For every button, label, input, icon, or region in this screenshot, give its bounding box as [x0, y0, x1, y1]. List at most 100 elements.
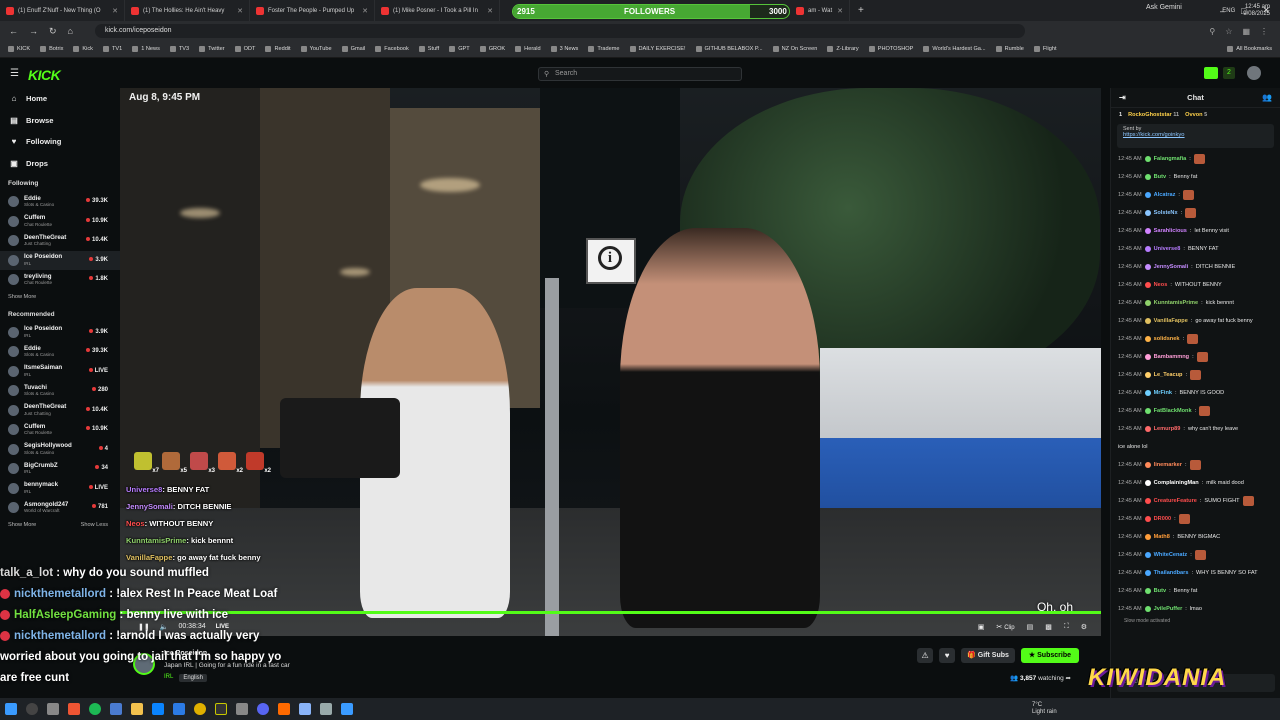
ask-gemini-button[interactable]: Ask Gemini [1146, 4, 1182, 11]
bookmark-item[interactable]: Kick [73, 46, 93, 52]
chat-user[interactable]: Sarahlicious [1154, 228, 1187, 234]
video-player[interactable]: i Aug 8, 9:45 PM x7 x5 x3 x2 x2 Universe8: B… [120, 88, 1101, 636]
bookmark-item[interactable]: DAILY EXERCISE! [629, 46, 686, 52]
channel-row[interactable]: bennymack IRL LIVE [0, 479, 120, 499]
bookmark-item[interactable]: GPT [449, 46, 470, 52]
chat-user[interactable]: JvilePuffer [1154, 606, 1183, 612]
app-icon-8[interactable] [273, 698, 294, 720]
forward-icon[interactable]: → [29, 26, 38, 37]
chat-user[interactable]: KunntamisPrime [1154, 300, 1198, 306]
bookmark-item[interactable]: GROK [479, 46, 505, 52]
bell-icon[interactable]: ⚠ [917, 648, 934, 663]
url-field[interactable]: kick.com/iceposeidon [95, 24, 1025, 38]
search-taskbar-icon[interactable] [21, 698, 42, 720]
channel-row[interactable]: DeenTheGreat Just Chatting 10.4K [0, 401, 120, 421]
browse-grid-icon[interactable] [1204, 67, 1218, 79]
channel-row[interactable]: Cuffem Chat Roulette 10.9K [0, 420, 120, 440]
channel-row[interactable]: Eddie Slots & Casino 39.3K [0, 192, 120, 212]
bookmark-item[interactable]: World's Hardest Ga... [923, 46, 986, 52]
chat-user[interactable]: JennySomali [1154, 264, 1189, 270]
folder-icon[interactable] [126, 698, 147, 720]
chat-user[interactable]: Neos [1154, 282, 1168, 288]
sidebar-nav-home[interactable]: ⌂ Home [0, 88, 120, 110]
channel-row[interactable]: Eddie Slots & Casino 39.3K [0, 342, 120, 362]
bookmark-item[interactable]: Trademe [588, 46, 620, 52]
start-icon[interactable] [0, 698, 21, 720]
theater-icon[interactable]: ▤ [1027, 623, 1034, 631]
search-input[interactable]: ⚲ Search [538, 67, 742, 81]
hamburger-icon[interactable]: ☰ [10, 68, 19, 79]
tab-close-icon[interactable]: ✕ [112, 7, 118, 15]
browser-tab[interactable]: (1) Enuff Z'Nuff - New Thing (O ✕ [0, 0, 125, 21]
channel-row[interactable]: Asmongold247 World of Warcraft 781 [0, 498, 120, 518]
bookmark-item[interactable]: NZ On Screen [772, 46, 817, 52]
chat-user[interactable]: ComplainingMan [1154, 480, 1199, 486]
browser-tab[interactable]: Foster The People - Pumped Up ✕ [250, 0, 375, 21]
bookmark-item[interactable]: Flight [1033, 46, 1057, 52]
spotify-icon[interactable] [84, 698, 105, 720]
heart-follow-icon[interactable]: ♥ [939, 648, 956, 663]
channel-row[interactable]: treyliving Chat Roulette 1.8K [0, 270, 120, 290]
bookmark-item[interactable]: Reddit [265, 46, 291, 52]
sidebar-nav-drops[interactable]: ▣ Drops [0, 153, 120, 175]
following-show-more[interactable]: Show More [0, 290, 120, 305]
pinned-link[interactable]: https://kick.com/goinkyo [1123, 132, 1185, 138]
bookmark-item[interactable]: TV1 [102, 46, 122, 52]
chat-users-icon[interactable]: 👥 [1262, 93, 1272, 102]
miniplayer-icon[interactable]: ▣ [978, 623, 985, 631]
browser-tab[interactable]: am - Wat ✕ [790, 0, 850, 21]
top-gifter[interactable]: 1 RockoGhoststar 11 [1119, 112, 1179, 118]
app-icon-1[interactable] [42, 698, 63, 720]
show-more-button[interactable]: Show More [8, 522, 36, 528]
channel-row[interactable]: ItsmeSaiman IRL LIVE [0, 362, 120, 382]
bookmark-item[interactable]: Twitter [199, 46, 225, 52]
chat-user[interactable]: solidsnek [1154, 336, 1180, 342]
chat-user[interactable]: Falangmafia [1154, 156, 1187, 162]
show-less-button[interactable]: Show Less [81, 522, 108, 528]
star-icon[interactable]: ☆ [1225, 27, 1232, 36]
chat-user[interactable]: FatBlackMonk [1154, 408, 1192, 414]
input-language[interactable]: ENG [1222, 8, 1235, 14]
new-tab-icon[interactable]: + [858, 5, 864, 16]
channel-row[interactable]: BigCrumbZ IRL 34 [0, 459, 120, 479]
top-gifter[interactable]: Ovvon 5 [1185, 112, 1207, 118]
reload-icon[interactable]: ↻ [49, 26, 57, 37]
channel-row[interactable]: Ice Poseidon IRL 3.9K [0, 250, 120, 270]
app-icon-10[interactable] [315, 698, 336, 720]
kick-logo[interactable]: KICK [28, 67, 61, 83]
pinned-message[interactable]: Sent by https://kick.com/goinkyo [1117, 124, 1274, 148]
points-badge[interactable]: 2 [1223, 67, 1235, 79]
channel-row[interactable]: Tuvachi Slots & Casino 280 [0, 381, 120, 401]
app-icon-5[interactable] [168, 698, 189, 720]
bookmark-item[interactable]: ODT [234, 46, 255, 52]
bookmark-item[interactable]: Herald [515, 46, 541, 52]
chat-user[interactable]: Universe8 [1154, 246, 1181, 252]
home-browser-icon[interactable]: ⌂ [68, 26, 73, 37]
bookmark-item[interactable]: PHOTOSHOP [868, 46, 913, 52]
chat-user[interactable]: Lemurp89 [1154, 426, 1181, 432]
app-icon-2[interactable] [63, 698, 84, 720]
gift-subs-button[interactable]: 🎁 Gift Subs [961, 648, 1015, 663]
browser-tab[interactable]: (1) The Hollies: He Ain't Heavy ✕ [125, 0, 250, 21]
clock[interactable]: 12:45 am 9/08/2025 [1243, 4, 1270, 18]
pip-icon[interactable]: ▩ [1045, 623, 1052, 631]
chat-user[interactable]: WhiteCenatz [1154, 552, 1188, 558]
user-avatar[interactable] [1247, 66, 1261, 80]
app-icon-3[interactable] [105, 698, 126, 720]
channel-row[interactable]: DeenTheGreat Just Chatting 10.4K [0, 231, 120, 251]
bookmark-item[interactable]: Z-Library [827, 46, 859, 52]
weather-widget[interactable]: 7°C Light rain [1032, 702, 1057, 716]
browser-tab[interactable]: (1) Mike Posner - I Took a Pill In ✕ [375, 0, 500, 21]
bookmark-item[interactable]: TV3 [169, 46, 189, 52]
sidebar-nav-following[interactable]: ♥ Following [0, 131, 120, 153]
clip-button[interactable]: ✂ Clip [996, 623, 1014, 631]
bookmark-item[interactable]: Facebook [375, 46, 409, 52]
tab-close-icon[interactable]: ✕ [237, 7, 243, 15]
bookmark-item[interactable]: Rumble [995, 46, 1024, 52]
bookmark-item[interactable]: All Bookmarks [1227, 46, 1280, 52]
share-icon[interactable]: ➦ [1066, 675, 1071, 682]
channel-row[interactable]: Cuffem Chat Roulette 10.9K [0, 212, 120, 232]
chat-user[interactable]: VanillaFappe [1154, 318, 1188, 324]
sidebar-nav-browse[interactable]: ▤ Browse [0, 110, 120, 132]
channel-row[interactable]: Ice Poseidon IRL 3.9K [0, 323, 120, 343]
